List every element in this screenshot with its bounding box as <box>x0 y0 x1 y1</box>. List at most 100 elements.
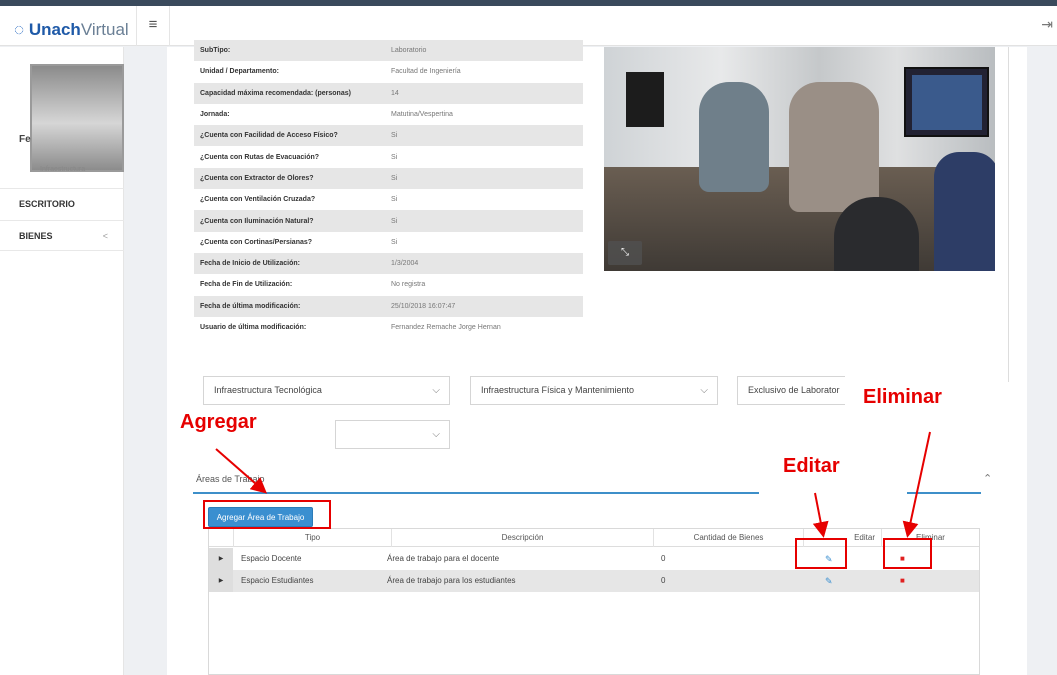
sidebar: Fe Infraestructura ESCRITORIO BIENES < <box>0 47 124 675</box>
column-header-descripcion[interactable]: Descripción <box>391 529 653 547</box>
chevron-down-icon: ⌵ <box>700 385 708 396</box>
info-value: Fernandez Remache Jorge Hernan <box>385 316 583 339</box>
sign-out-icon[interactable]: ⇥ <box>1041 16 1053 33</box>
info-value: Si <box>385 167 583 190</box>
info-value: 1/3/2004 <box>385 252 583 275</box>
info-row: Usuario de última modificación: Fernandez… <box>194 316 583 339</box>
info-key: ¿Cuenta con Extractor de Olores? <box>194 167 385 190</box>
expand-row-icon[interactable]: ▶ <box>209 548 233 570</box>
annotation-editar: Editar <box>783 455 840 477</box>
info-value: Laboratorio <box>385 40 583 62</box>
info-row: SubTipo: Laboratorio <box>194 40 583 62</box>
panel-divider <box>1008 47 1009 382</box>
info-row: Capacidad máxima recomendada: (personas)… <box>194 82 583 104</box>
select-fourth[interactable]: ⌵ <box>335 420 450 449</box>
room-photo <box>604 47 995 271</box>
user-name: Fe <box>19 134 31 145</box>
chevron-down-icon: ⌵ <box>432 429 440 440</box>
info-key: ¿Cuenta con Rutas de Evacuación? <box>194 146 385 168</box>
cell-cantidad: 0 <box>661 576 666 585</box>
cell-cantidad: 0 <box>661 554 666 563</box>
annotation-eliminar: Eliminar <box>863 386 942 408</box>
brand-light: Virtual <box>80 20 129 39</box>
info-value: Si <box>385 125 583 147</box>
cell-descripcion: Área de trabajo para los estudiantes <box>387 576 516 585</box>
user-role: Infraestructura <box>40 166 86 173</box>
info-key: Unidad / Departamento: <box>194 61 385 83</box>
info-key: Fecha de Inicio de Utilización: <box>194 252 385 275</box>
expand-icon[interactable]: ⤡ <box>608 241 642 265</box>
info-value: No registra <box>385 274 583 296</box>
content-gutter <box>124 47 167 675</box>
info-key: ¿Cuenta con Facilidad de Acceso Físico? <box>194 125 385 147</box>
column-header-cantidad[interactable]: Cantidad de Bienes <box>653 529 803 547</box>
info-key: ¿Cuenta con Iluminación Natural? <box>194 210 385 232</box>
sidebar-item-label: BIENES <box>19 231 53 241</box>
select-infraestructura-tecnologica[interactable]: Infraestructura Tecnológica ⌵ <box>203 376 450 405</box>
select-value: Infraestructura Tecnológica <box>214 385 322 395</box>
info-table: SubTipo: Laboratorio Unidad / Departamento… <box>194 40 583 339</box>
info-value: Matutina/Vespertina <box>385 103 583 126</box>
info-key: SubTipo: <box>194 40 385 62</box>
annotation-agregar: Agregar <box>180 411 257 433</box>
cell-tipo: Espacio Estudiantes <box>241 576 314 585</box>
grid-header: Tipo Descripción Cantidad de Bienes Edit… <box>209 529 979 547</box>
section-title[interactable]: Áreas de Trabajo <box>196 474 265 484</box>
info-key: ¿Cuenta con Cortinas/Persianas? <box>194 231 385 253</box>
info-row: ¿Cuenta con Cortinas/Persianas? Si <box>194 231 583 253</box>
hamburger-icon[interactable]: ≡ <box>136 6 170 46</box>
section-underline <box>193 492 759 494</box>
info-value: Si <box>385 189 583 211</box>
info-value: Facultad de Ingeniería <box>385 61 583 83</box>
expand-row-icon[interactable]: ▶ <box>209 570 233 592</box>
table-row[interactable]: ▶ Espacio Estudiantes Área de trabajo pa… <box>209 570 979 592</box>
right-gutter <box>1027 47 1057 675</box>
info-row: Fecha de última modificación: 25/10/2018 … <box>194 295 583 317</box>
chevron-up-icon[interactable]: ⌃ <box>983 472 992 485</box>
select-infraestructura-fisica[interactable]: Infraestructura Física y Mantenimiento ⌵ <box>470 376 718 405</box>
brand-logo[interactable]: ◌ UnachVirtual <box>14 20 129 40</box>
info-row: ¿Cuenta con Rutas de Evacuación? Si <box>194 146 583 168</box>
work-areas-grid: Tipo Descripción Cantidad de Bienes Edit… <box>208 528 980 675</box>
info-row: ¿Cuenta con Extractor de Olores? Si <box>194 167 583 190</box>
info-value: Si <box>385 210 583 232</box>
table-row[interactable]: ▶ Espacio Docente Área de trabajo para e… <box>209 548 979 570</box>
info-key: Jornada: <box>194 103 385 126</box>
sidebar-item-escritorio[interactable]: ESCRITORIO <box>0 188 124 219</box>
edit-icon[interactable]: ✎ <box>819 570 833 592</box>
info-value: Si <box>385 231 583 253</box>
highlight-add-button <box>203 500 331 529</box>
select-exclusivo-laboratorio[interactable]: Exclusivo de Laborator <box>737 376 845 405</box>
cell-descripcion: Área de trabajo para el docente <box>387 554 500 563</box>
info-row: Fecha de Fin de Utilización: No registra <box>194 274 583 296</box>
info-key: Fecha de Fin de Utilización: <box>194 274 385 296</box>
select-value: Exclusivo de Laborator <box>748 385 840 395</box>
sidebar-item-bienes[interactable]: BIENES < <box>0 220 124 251</box>
info-value: 14 <box>385 82 583 104</box>
column-header-tipo[interactable]: Tipo <box>233 529 391 547</box>
trash-icon[interactable]: ■ <box>894 570 905 592</box>
info-row: Jornada: Matutina/Vespertina <box>194 103 583 126</box>
highlight-edit-icon <box>795 538 847 569</box>
section-underline-right <box>907 492 981 494</box>
info-row: ¿Cuenta con Facilidad de Acceso Físico? S… <box>194 125 583 147</box>
info-key: ¿Cuenta con Ventilación Cruzada? <box>194 189 385 211</box>
highlight-delete-icon <box>883 538 932 569</box>
info-key: Capacidad máxima recomendada: (personas) <box>194 82 385 104</box>
chevron-down-icon: ⌵ <box>432 385 440 396</box>
info-row: ¿Cuenta con Ventilación Cruzada? Si <box>194 189 583 211</box>
sidebar-item-label: ESCRITORIO <box>19 199 75 209</box>
info-value: 25/10/2018 16:07:47 <box>385 295 583 317</box>
info-row: ¿Cuenta con Iluminación Natural? Si <box>194 210 583 232</box>
info-row: Fecha de Inicio de Utilización: 1/3/2004 <box>194 252 583 275</box>
avatar <box>30 64 124 172</box>
info-row: Unidad / Departamento: Facultad de Ingeni… <box>194 61 583 83</box>
info-key: Usuario de última modificación: <box>194 316 385 339</box>
info-key: Fecha de última modificación: <box>194 295 385 317</box>
select-value: Infraestructura Física y Mantenimiento <box>481 385 635 395</box>
logo-icon: ◌ <box>14 20 25 39</box>
chevron-left-icon: < <box>102 231 108 241</box>
cell-tipo: Espacio Docente <box>241 554 302 563</box>
info-value: Si <box>385 146 583 168</box>
brand-bold: Unach <box>28 20 81 39</box>
